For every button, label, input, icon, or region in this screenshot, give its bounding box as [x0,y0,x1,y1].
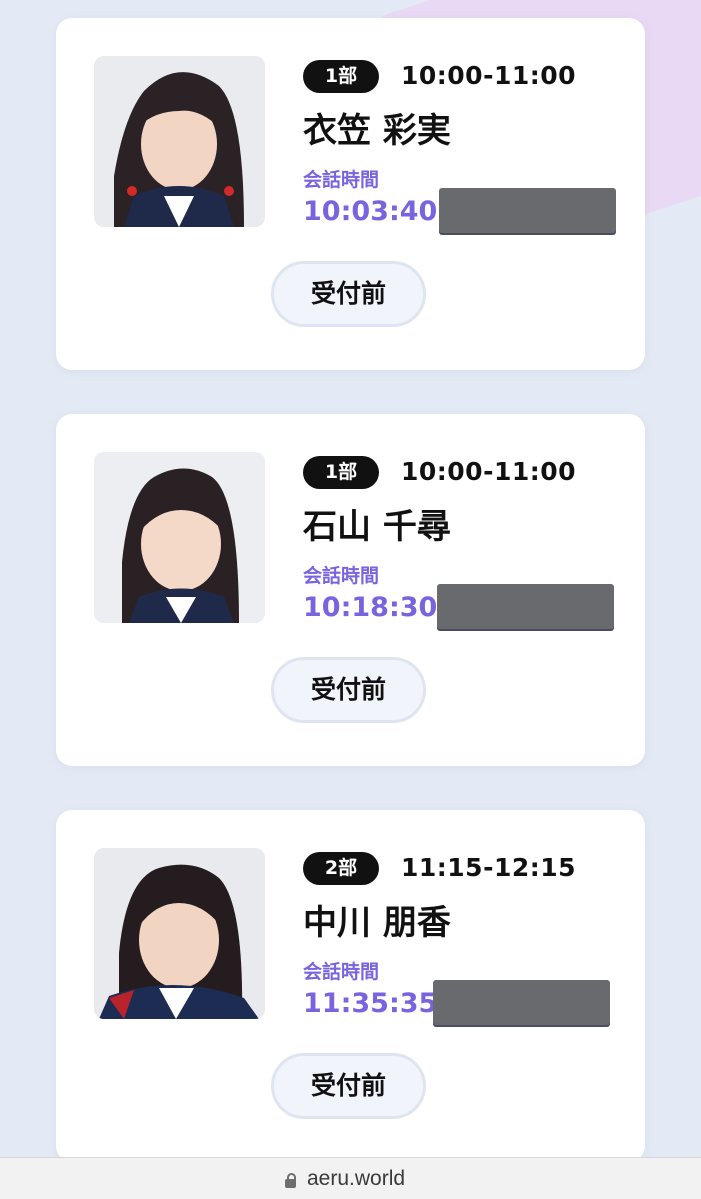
member-photo [94,848,265,1019]
talk-time-label: 会話時間 [303,565,380,587]
part-badge: 2部 [303,852,379,885]
talk-time-value: 10:03:40 [303,196,438,227]
member-photo [94,452,265,623]
part-badge: 1部 [303,456,379,489]
time-range: 10:00-11:00 [401,457,577,486]
redaction-block [437,584,614,629]
event-card: 1部 10:00-11:00 石山 千尋 会話時間 10:18:30 受付前 [56,414,645,766]
member-name: 中川 朋香 [303,903,451,943]
redaction-block [439,188,616,233]
status-button[interactable]: 受付前 [271,657,426,723]
url-text[interactable]: aeru.world [307,1167,405,1191]
lock-icon [285,1172,296,1188]
event-card: 1部 10:00-11:00 衣笠 彩実 会話時間 10:03:40 受付前 [56,18,645,370]
time-range: 10:00-11:00 [401,61,577,90]
time-range: 11:15-12:15 [401,853,577,882]
talk-time-label: 会話時間 [303,961,380,983]
status-button[interactable]: 受付前 [271,261,426,327]
status-button[interactable]: 受付前 [271,1053,426,1119]
member-photo [94,56,265,227]
event-card: 2部 11:15-12:15 中川 朋香 会話時間 11:35:35 受付前 [56,810,645,1162]
part-badge: 1部 [303,60,379,93]
talk-time-value: 11:35:35 [303,988,438,1019]
member-name: 石山 千尋 [303,507,451,547]
redaction-block [433,980,610,1025]
member-name: 衣笠 彩実 [303,111,451,151]
browser-url-bar[interactable]: aeru.world [0,1157,701,1199]
talk-time-label: 会話時間 [303,169,380,191]
talk-time-value: 10:18:30 [303,592,438,623]
